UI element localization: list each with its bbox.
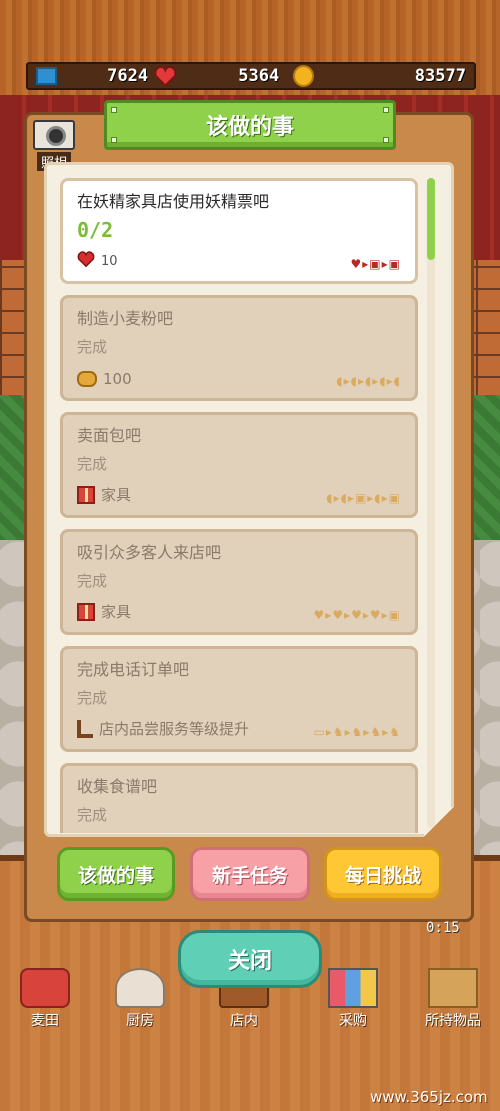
task-card[interactable]: 卖面包吧完成家具 ◖▸◖▸▣▸◖▸▣ — [60, 412, 418, 518]
heart-icon — [77, 251, 95, 271]
task-progress-icons: ◖▸◖▸▣▸◖▸▣ — [326, 491, 401, 505]
heart-icon — [154, 65, 177, 87]
coin-count: 83577 — [414, 66, 466, 86]
scrollbar-thumb[interactable] — [427, 178, 435, 260]
inventory-box-icon — [428, 968, 478, 1008]
resource-bar: 7624 5364 83577 — [26, 62, 476, 90]
task-title: 吸引众多客人来店吧 — [77, 543, 222, 562]
coin-icon — [293, 65, 315, 87]
purchase-icon — [328, 968, 378, 1008]
nav-label: 采购 — [339, 1013, 367, 1029]
task-card[interactable]: 制造小麦粉吧 完成 100 ◖▸◖▸◖▸◖▸◖ — [60, 295, 418, 401]
camera-icon — [33, 120, 75, 150]
task-card[interactable]: 收集食谱吧 完成 — [60, 763, 418, 833]
tab-todo[interactable]: 该做的事 — [57, 847, 175, 901]
gift-icon — [77, 485, 95, 504]
task-reward: 10 — [77, 251, 118, 271]
gift-icon — [77, 602, 95, 621]
ticket-count: 7624 — [107, 66, 149, 86]
nav-label: 厨房 — [126, 1013, 154, 1029]
task-title: 在妖精家具店使用妖精票吧 — [77, 192, 270, 211]
nav-purchase[interactable]: 采购 — [308, 960, 398, 1035]
bolt-icon — [111, 107, 117, 113]
timer: 0:15 — [426, 920, 460, 936]
task-list[interactable]: 在妖精家具店使用妖精票吧 0/2 10 ♥▸▣▸▣ 制造小麦粉吧 完成 100 ◖▸◖▸◖▸◖… — [60, 178, 420, 833]
task-reward-text: 店内品尝服务等级提升 — [99, 720, 250, 738]
task-title: 制造小麦粉吧 — [77, 309, 174, 328]
nav-wheat-field[interactable]: 麦田 — [0, 960, 90, 1035]
task-reward-text: 100 — [103, 370, 132, 388]
nav-label: 麦田 — [31, 1013, 59, 1029]
task-progress-icons: ♥▸♥▸♥▸♥▸▣ — [313, 608, 401, 622]
task-card[interactable]: 在妖精家具店使用妖精票吧 0/2 10 ♥▸▣▸▣ — [60, 178, 418, 284]
task-reward-text: 家具 — [101, 603, 132, 621]
kitchen-icon — [115, 968, 165, 1008]
task-progress-icons: ▭▸♞▸♞▸♞▸♞ — [313, 725, 401, 739]
bolt-icon — [111, 137, 117, 143]
wood-roof — [0, 0, 500, 110]
tab-newbie-tasks[interactable]: 新手任务 — [190, 847, 310, 901]
nav-kitchen[interactable]: 厨房 — [95, 960, 185, 1035]
watermark: www.365jz.com — [370, 1088, 488, 1106]
task-status: 0/2 — [77, 218, 114, 242]
task-progress-icons: ♥▸▣▸▣ — [350, 257, 401, 271]
task-reward: 店内品尝服务等级提升 — [77, 718, 249, 739]
task-card[interactable]: 完成电话订单吧 完成店内品尝服务等级提升 ▭▸♞▸♞▸♞▸♞ — [60, 646, 418, 752]
task-title: 完成电话订单吧 — [77, 660, 190, 679]
ticket-icon — [36, 67, 58, 85]
bread-icon — [77, 371, 97, 387]
task-reward-text: 家具 — [101, 486, 132, 504]
task-reward: 家具 — [77, 601, 131, 622]
scroll-track[interactable] — [427, 178, 435, 828]
nav-label: 店内 — [230, 1013, 258, 1029]
tab-daily-challenge[interactable]: 每日挑战 — [324, 847, 442, 901]
task-status: 完成 — [77, 338, 108, 356]
chair-icon — [77, 719, 93, 738]
panel-title-text: 该做的事 — [205, 115, 294, 140]
bolt-icon — [383, 137, 389, 143]
bolt-icon — [383, 107, 389, 113]
task-status: 完成 — [77, 572, 108, 590]
nav-label: 所持物品 — [425, 1013, 481, 1029]
panel-title: 该做的事 — [104, 100, 396, 150]
task-card[interactable]: 吸引众多客人来店吧 完成家具 ♥▸♥▸♥▸♥▸▣ — [60, 529, 418, 635]
task-reward-text: 10 — [101, 253, 118, 269]
task-status: 完成 — [77, 806, 108, 824]
wheat-field-icon — [20, 968, 70, 1008]
task-reward: 家具 — [77, 484, 131, 505]
close-button[interactable]: 关闭 — [178, 930, 322, 988]
task-status: 完成 — [77, 455, 108, 473]
task-progress-icons: ◖▸◖▸◖▸◖▸◖ — [336, 374, 401, 388]
nav-items[interactable]: 所持物品 — [408, 960, 498, 1035]
heart-count: 5364 — [238, 66, 280, 86]
task-status: 完成 — [77, 689, 108, 707]
task-title: 收集食谱吧 — [77, 777, 158, 796]
task-reward: 100 — [77, 370, 132, 388]
task-title: 卖面包吧 — [77, 426, 142, 445]
